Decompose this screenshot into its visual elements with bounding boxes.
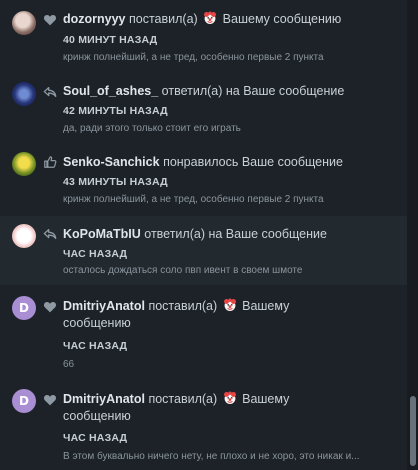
message-snippet: кринж полнейший, а не тред, особенно пер… xyxy=(63,52,324,63)
avatar[interactable]: D xyxy=(12,296,36,320)
username[interactable]: dozornyyy xyxy=(63,12,126,26)
username[interactable]: DmitriyAnatol xyxy=(63,392,145,406)
heart-icon xyxy=(43,300,57,314)
timestamp: 43 МИНУТЫ НАЗАД xyxy=(63,176,168,188)
timestamp: 42 МИНУТЫ НАЗАД xyxy=(63,105,168,117)
clown-emoji-icon xyxy=(203,11,217,25)
action-text[interactable]: ответил(а) на Ваше сообщение xyxy=(162,84,345,98)
message-snippet: В этом буквально ничего нету, не плохо и… xyxy=(63,451,360,462)
notification-item[interactable]: D DmitriyAnatol поставил(а) Вашему сообщ… xyxy=(0,285,407,377)
clown-emoji-icon xyxy=(223,391,237,405)
avatar[interactable] xyxy=(12,152,36,176)
notification-item-unread[interactable]: KoPoMaTbIU ответил(а) на Ваше сообщение … xyxy=(0,216,407,285)
action-text[interactable]: понравилось Ваше сообщение xyxy=(163,155,343,169)
avatar[interactable] xyxy=(12,82,36,106)
notification-item[interactable]: D DmitriyAnatol поставил(а) Вашему сообщ… xyxy=(0,377,407,470)
heart-icon xyxy=(43,393,57,407)
avatar[interactable] xyxy=(12,11,36,35)
message-snippet: да, ради этого только стоит его играть xyxy=(63,123,241,134)
username[interactable]: KoPoMaTbIU xyxy=(63,227,141,241)
scrollbar-thumb[interactable] xyxy=(410,396,416,466)
notification-item[interactable]: Soul_of_ashes_ ответил(а) на Ваше сообще… xyxy=(0,72,407,144)
timestamp: ЧАС НАЗАД xyxy=(63,248,128,260)
action-text: поставил(а) xyxy=(148,392,218,406)
message-snippet: кринж полнейший, а не тред, особенно пер… xyxy=(63,194,324,205)
action-text[interactable]: ответил(а) на Ваше сообщение xyxy=(144,227,327,241)
action-text: поставил(а) xyxy=(148,299,218,313)
avatar[interactable] xyxy=(12,224,36,248)
username[interactable]: DmitriyAnatol xyxy=(63,299,145,313)
action-text[interactable]: Вашему сообщению xyxy=(223,12,342,26)
reply-icon xyxy=(43,85,57,99)
action-text: поставил(а) xyxy=(129,12,198,26)
username[interactable]: Soul_of_ashes_ xyxy=(63,84,158,98)
clown-emoji-icon xyxy=(223,298,237,312)
message-snippet: 66 xyxy=(63,359,75,370)
notification-item[interactable]: Senko-Sanchick понравилось Ваше сообщени… xyxy=(0,144,407,216)
reply-icon xyxy=(43,227,57,241)
username[interactable]: Senko-Sanchick xyxy=(63,155,160,169)
notification-list: dozornyyy поставил(а) Вашему сообщению 4… xyxy=(0,0,407,470)
message-snippet: осталось дождаться соло пвп ивент в свое… xyxy=(63,265,303,276)
notification-item[interactable]: dozornyyy поставил(а) Вашему сообщению 4… xyxy=(0,0,407,72)
timestamp: 40 МИНУТ НАЗАД xyxy=(63,34,158,46)
thumbs-up-icon xyxy=(43,155,57,169)
timestamp: ЧАС НАЗАД xyxy=(63,340,128,352)
timestamp: ЧАС НАЗАД xyxy=(63,432,128,444)
avatar[interactable]: D xyxy=(12,389,36,413)
heart-icon xyxy=(43,13,57,27)
